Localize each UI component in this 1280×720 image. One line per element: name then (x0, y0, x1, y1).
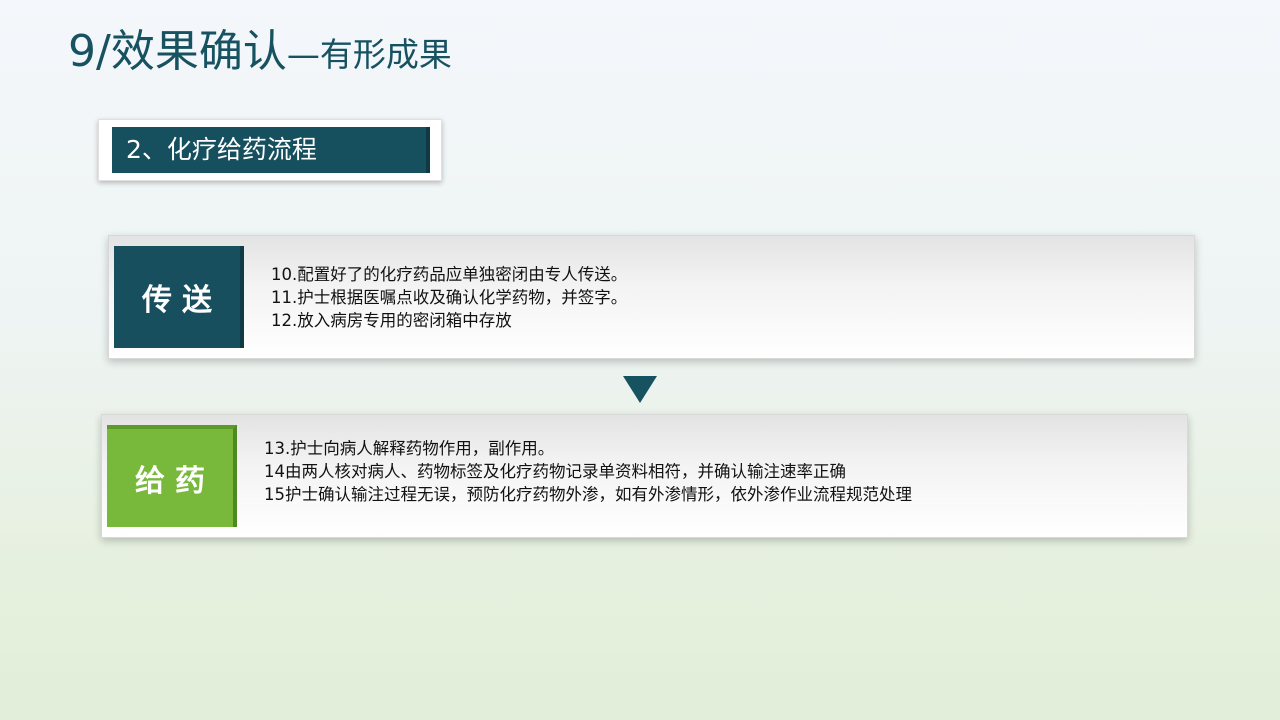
step-text-administer: 13.护士向病人解释药物作用，副作用。 14由两人核对病人、药物标签及化疗药物记… (264, 437, 912, 506)
step-line: 14由两人核对病人、药物标签及化疗药物记录单资料相符，并确认输注速率正确 (264, 462, 846, 481)
down-triangle-icon (623, 376, 657, 403)
step-line: 12.放入病房专用的密闭箱中存放 (271, 311, 512, 330)
step-line: 15护士确认输注过程无误，预防化疗药物外渗，如有外渗情形，依外渗作业流程规范处理 (264, 485, 912, 504)
step-tag-label: 传送 (142, 283, 222, 318)
step-text-transfer: 10.配置好了的化疗药品应单独密闭由专人传送。 11.护士根据医嘱点收及确认化学… (271, 263, 627, 332)
step-panel-administer: 给药 13.护士向病人解释药物作用，副作用。 14由两人核对病人、药物标签及化疗… (101, 414, 1188, 538)
step-panel-transfer: 传送 10.配置好了的化疗药品应单独密闭由专人传送。 11.护士根据医嘱点收及确… (108, 235, 1195, 359)
step-tag-label: 给药 (135, 464, 215, 499)
page-title: 9/效果确认—有形成果 (68, 30, 452, 74)
page-title-sub: —有形成果 (286, 35, 452, 74)
section-header-bar: 2、化疗给药流程 (112, 127, 430, 173)
section-header: 2、化疗给药流程 (98, 119, 442, 181)
page-title-main: 9/效果确认 (68, 26, 287, 77)
step-line: 11.护士根据医嘱点收及确认化学药物，并签字。 (271, 288, 628, 307)
step-line: 13.护士向病人解释药物作用，副作用。 (264, 439, 555, 458)
step-tag-transfer: 传送 (114, 246, 244, 348)
step-line: 10.配置好了的化疗药品应单独密闭由专人传送。 (271, 265, 628, 284)
section-header-label: 2、化疗给药流程 (126, 135, 317, 164)
step-tag-administer: 给药 (107, 425, 237, 527)
